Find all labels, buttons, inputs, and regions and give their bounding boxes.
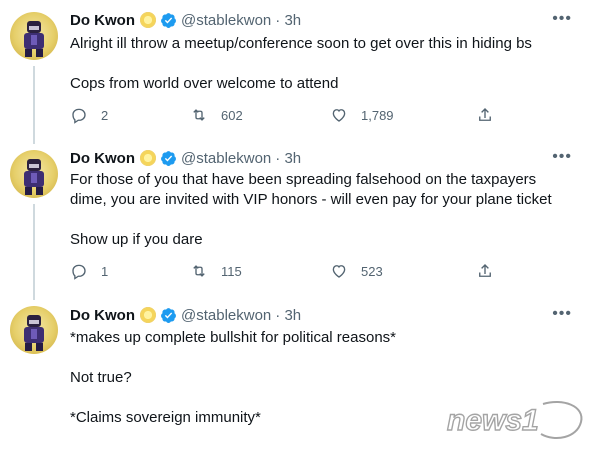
heart-icon xyxy=(332,265,346,278)
author-handle[interactable]: @stablekwon xyxy=(181,12,271,29)
watermark-text: news1 xyxy=(447,404,539,437)
author-name[interactable]: Do Kwon xyxy=(70,150,135,167)
like-count: 1,789 xyxy=(361,107,394,123)
share-button[interactable] xyxy=(476,106,494,124)
avatar[interactable] xyxy=(10,306,58,354)
retweet-icon xyxy=(193,109,205,121)
like-button[interactable]: 1,789 xyxy=(330,106,394,124)
tweet-text-line: Show up if you dare xyxy=(70,231,203,248)
reply-icon xyxy=(72,108,86,124)
thread-line xyxy=(33,66,35,144)
author-name[interactable]: Do Kwon xyxy=(70,307,135,324)
sun-emoji-icon xyxy=(140,12,156,28)
tweet-header: Do Kwon @stablekwon · 3h xyxy=(70,305,301,325)
reply-button[interactable]: 2 xyxy=(70,106,108,124)
tweet-text-line: *makes up complete bullshit for politica… xyxy=(70,329,396,346)
retweet-button[interactable]: 602 xyxy=(190,106,243,124)
tweet-text: For those of you that have been spreadin… xyxy=(70,170,570,250)
verified-badge-icon xyxy=(161,307,176,323)
share-icon xyxy=(479,108,491,121)
author-handle[interactable]: @stablekwon xyxy=(181,150,271,167)
like-button[interactable]: 523 xyxy=(330,262,383,280)
tweet-text-line: Cops from world over welcome to attend xyxy=(70,75,339,92)
more-dots-icon[interactable]: ••• xyxy=(552,148,572,166)
retweet-count: 115 xyxy=(221,263,242,279)
sun-emoji-icon xyxy=(140,307,156,323)
tweet-actions: 1 115 523 xyxy=(70,262,510,282)
tweet-text: Alright ill throw a meetup/conference so… xyxy=(70,34,570,94)
reply-icon xyxy=(72,264,86,280)
tweet-text-line: Alright ill throw a meetup/conference so… xyxy=(70,35,532,52)
avatar[interactable] xyxy=(10,12,58,60)
retweet-icon xyxy=(193,265,205,277)
tweet-text-line: For those of you that have been spreadin… xyxy=(70,171,537,188)
tweet-header: Do Kwon @stablekwon · 3h xyxy=(70,10,301,30)
share-button[interactable] xyxy=(476,262,494,280)
timestamp[interactable]: · 3h xyxy=(275,150,301,167)
reply-count: 2 xyxy=(101,107,109,123)
retweet-count: 602 xyxy=(221,107,243,123)
verified-badge-icon xyxy=(161,150,176,166)
author-name[interactable]: Do Kwon xyxy=(70,12,135,29)
more-dots-icon[interactable]: ••• xyxy=(552,305,572,323)
timestamp[interactable]: · 3h xyxy=(275,307,301,324)
heart-icon xyxy=(332,109,346,122)
reply-button[interactable]: 1 xyxy=(70,262,108,280)
like-count: 523 xyxy=(361,263,383,279)
verified-badge-icon xyxy=(161,12,176,28)
share-icon xyxy=(479,264,491,277)
reply-count: 1 xyxy=(101,263,109,279)
tweet-actions: 2 602 1,789 xyxy=(70,106,510,126)
sun-emoji-icon xyxy=(140,150,156,166)
retweet-button[interactable]: 115 xyxy=(190,262,242,280)
news1-watermark-logo: news1 xyxy=(445,398,585,442)
tweet-text-line: dime, you are invited with VIP honors - … xyxy=(70,191,552,208)
timestamp[interactable]: · 3h xyxy=(275,12,301,29)
tweet-text-line: Not true? xyxy=(70,369,132,386)
thread-line xyxy=(33,204,35,300)
more-dots-icon[interactable]: ••• xyxy=(552,10,572,28)
author-handle[interactable]: @stablekwon xyxy=(181,307,271,324)
avatar[interactable] xyxy=(10,150,58,198)
tweet-header: Do Kwon @stablekwon · 3h xyxy=(70,148,301,168)
